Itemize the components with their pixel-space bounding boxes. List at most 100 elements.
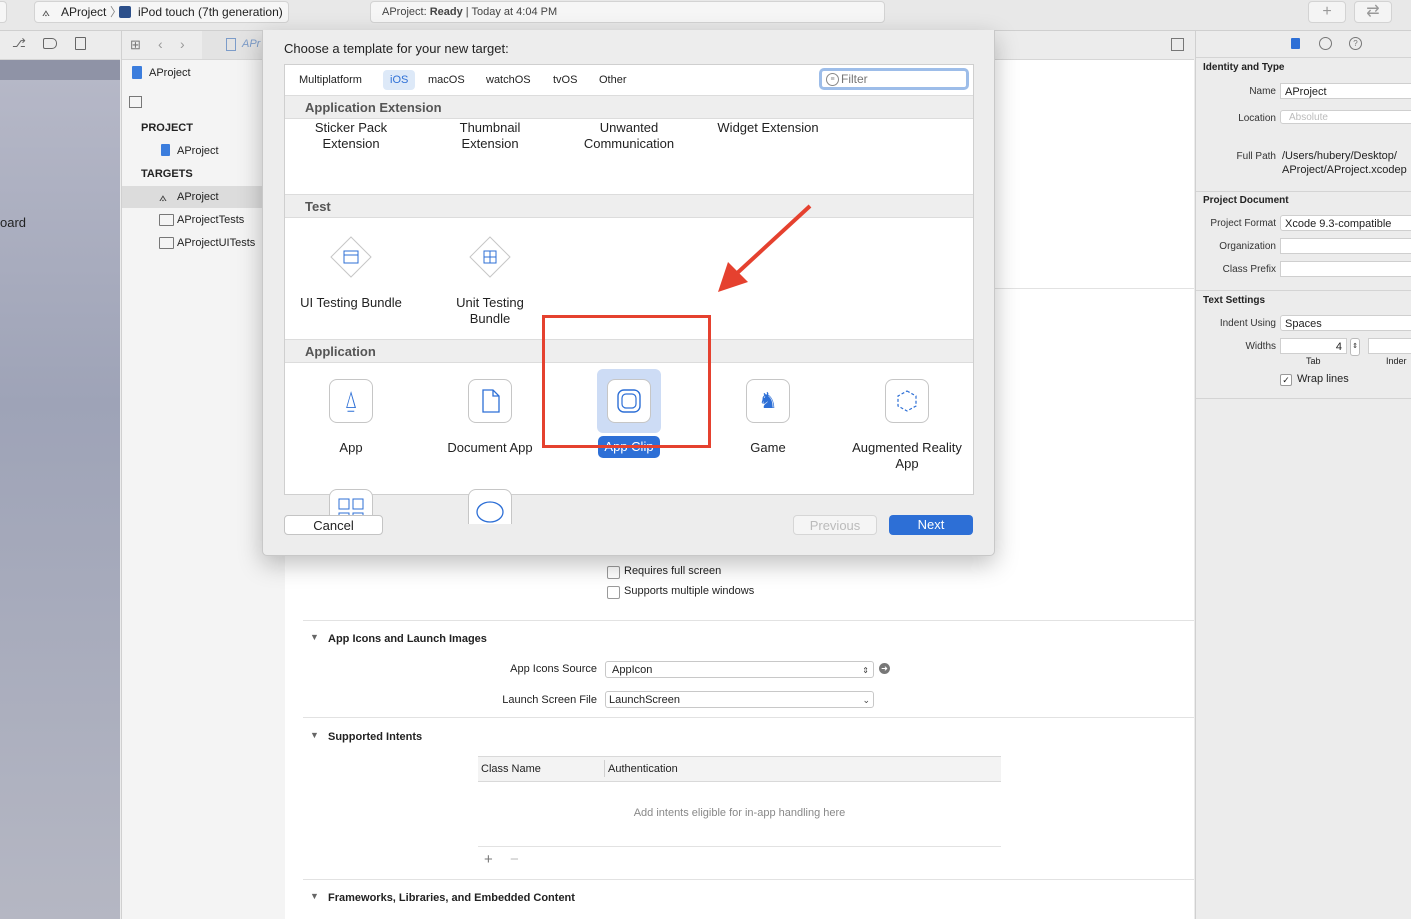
remove-intent-button[interactable]: − bbox=[510, 851, 519, 868]
previous-button[interactable]: Previous bbox=[793, 515, 877, 535]
stop-button[interactable] bbox=[0, 1, 7, 23]
tab-label: APr bbox=[242, 38, 261, 50]
highlight-box bbox=[542, 315, 711, 448]
tab-ios[interactable]: iOS bbox=[383, 70, 416, 90]
project-file-icon bbox=[132, 66, 142, 79]
grid-icon[interactable]: ⊞ bbox=[130, 37, 141, 53]
template-app[interactable]: App bbox=[285, 440, 417, 456]
template-game[interactable]: Game bbox=[702, 440, 834, 456]
go-arrow-icon[interactable]: ➜ bbox=[879, 663, 890, 674]
sidebar-toggle-icon[interactable] bbox=[129, 96, 142, 108]
launch-screen-label: Launch Screen File bbox=[502, 694, 597, 706]
app-icons-section-title: App Icons and Launch Images bbox=[328, 633, 487, 645]
disclosure-triangle-icon[interactable]: ▼ bbox=[310, 632, 319, 642]
target-label: AProject bbox=[177, 191, 219, 203]
tab-tvos[interactable]: tvOS bbox=[546, 70, 584, 90]
left-pane-toolbar: ⎇ bbox=[0, 31, 120, 60]
full-path-label: Full Path bbox=[1236, 151, 1276, 162]
filter-field[interactable]: ≡ bbox=[819, 68, 969, 90]
disclosure-triangle-icon[interactable]: ▼ bbox=[310, 730, 319, 740]
column-header-authentication[interactable]: Authentication bbox=[608, 763, 678, 775]
template-unit-testing-bundle[interactable]: Unit Testing Bundle bbox=[437, 295, 543, 327]
tab-multiplatform[interactable]: Multiplatform bbox=[292, 70, 369, 90]
tab-macos[interactable]: macOS bbox=[421, 70, 472, 90]
file-inspector: ? Identity and Type Name AProject Locati… bbox=[1195, 31, 1411, 919]
scheme-selector[interactable]: ⟑ AProject 〉 iPod touch (7th generation) bbox=[34, 1, 289, 23]
location-label: Location bbox=[1238, 113, 1276, 124]
add-intent-button[interactable]: + bbox=[484, 851, 493, 868]
target-label: AProjectUITests bbox=[177, 237, 256, 249]
project-format-popup[interactable]: Xcode 9.3-compatible bbox=[1280, 215, 1411, 231]
widths-label: Widths bbox=[1245, 341, 1276, 352]
wrap-lines-checkbox[interactable]: ✓ bbox=[1280, 374, 1292, 386]
indent-using-value: Spaces bbox=[1285, 318, 1322, 330]
forward-arrow-icon[interactable]: › bbox=[180, 36, 185, 52]
requires-full-screen-checkbox[interactable] bbox=[607, 566, 620, 579]
indent-using-popup[interactable]: Spaces bbox=[1280, 315, 1411, 331]
full-path-value-1: /Users/hubery/Desktop/ bbox=[1282, 150, 1397, 162]
target-item-uitests[interactable]: AProjectUITests bbox=[122, 232, 285, 254]
window-toolbar: ⟑ AProject 〉 iPod touch (7th generation)… bbox=[0, 0, 1411, 31]
template-thumbnail[interactable]: Thumbnail Extension bbox=[438, 120, 542, 152]
section-header-app-extension: Application Extension bbox=[285, 95, 973, 119]
template-widget-extension[interactable]: Widget Extension bbox=[706, 120, 830, 136]
supports-multiple-windows-checkbox[interactable] bbox=[607, 586, 620, 599]
column-header-class-name[interactable]: Class Name bbox=[481, 763, 541, 775]
indent-using-label: Indent Using bbox=[1219, 318, 1276, 329]
tab-watchos[interactable]: watchOS bbox=[479, 70, 538, 90]
tab-other[interactable]: Other bbox=[592, 70, 634, 90]
updown-icon: ⇕ bbox=[862, 666, 869, 675]
filter-input[interactable] bbox=[841, 72, 961, 86]
partial-label: oard bbox=[0, 215, 27, 230]
combo-value: LaunchScreen bbox=[609, 694, 680, 706]
split-editor-icon[interactable] bbox=[1171, 38, 1184, 51]
targets-section-header: TARGETS bbox=[141, 168, 193, 180]
class-prefix-label: Class Prefix bbox=[1222, 264, 1276, 275]
target-item-tests[interactable]: AProjectTests bbox=[122, 209, 285, 231]
cancel-button[interactable]: Cancel bbox=[284, 515, 383, 535]
template-document-app[interactable]: Document App bbox=[424, 440, 556, 456]
identity-section-title: Identity and Type bbox=[1203, 62, 1285, 73]
indent-width-field[interactable] bbox=[1368, 338, 1411, 354]
folder-icon bbox=[159, 237, 174, 249]
document-list-icon[interactable] bbox=[75, 37, 86, 50]
separator bbox=[1196, 57, 1411, 58]
history-icon[interactable] bbox=[1319, 37, 1332, 50]
tab-width-value: 4 bbox=[1335, 341, 1342, 353]
new-target-dialog: Choose a template for your new target: M… bbox=[262, 30, 995, 556]
tab-width-stepper[interactable]: ⇕ bbox=[1350, 338, 1360, 356]
next-button[interactable]: Next bbox=[889, 515, 973, 535]
tag-icon[interactable] bbox=[43, 38, 57, 49]
app-target-icon: ⟑ bbox=[159, 189, 167, 204]
platform-tabbar: Multiplatform iOS macOS watchOS tvOS Oth… bbox=[285, 65, 973, 95]
project-item[interactable]: AProject bbox=[122, 140, 285, 162]
requires-full-screen-label: Requires full screen bbox=[624, 565, 722, 577]
app-icons-source-popup[interactable]: AppIcon ⇕ bbox=[605, 661, 874, 678]
library-add-button[interactable]: + bbox=[1308, 1, 1346, 23]
organization-field[interactable] bbox=[1280, 238, 1411, 254]
document-app-icon bbox=[468, 379, 512, 423]
disclosure-triangle-icon[interactable]: ▼ bbox=[310, 891, 319, 901]
template-sticker-pack[interactable]: Sticker Pack Extension bbox=[285, 120, 417, 152]
class-prefix-field[interactable] bbox=[1280, 261, 1411, 277]
tab-caption: Tab bbox=[1306, 356, 1321, 366]
breadcrumb[interactable]: AProject bbox=[122, 62, 285, 84]
launch-screen-combo[interactable]: LaunchScreen ⌄ bbox=[605, 691, 874, 708]
breadcrumb-label: AProject bbox=[149, 67, 191, 79]
text-settings-title: Text Settings bbox=[1203, 295, 1266, 306]
name-field[interactable]: AProject bbox=[1280, 83, 1411, 99]
template-unwanted-communication[interactable]: Unwanted Communication bbox=[563, 120, 695, 152]
help-icon[interactable]: ? bbox=[1349, 37, 1362, 50]
template-ui-testing-bundle[interactable]: UI Testing Bundle bbox=[285, 295, 417, 311]
location-popup[interactable]: Absolute bbox=[1280, 110, 1411, 124]
indent-caption: Inder bbox=[1386, 356, 1407, 366]
tab-width-field[interactable]: 4 bbox=[1280, 338, 1347, 354]
code-review-button[interactable]: ⇄ bbox=[1354, 1, 1392, 23]
file-inspector-icon[interactable] bbox=[1291, 38, 1300, 49]
target-label: AProjectTests bbox=[177, 214, 245, 226]
git-icon[interactable]: ⎇ bbox=[12, 36, 26, 50]
template-augmented-reality-app[interactable]: Augmented Reality App bbox=[841, 440, 973, 472]
separator bbox=[1196, 290, 1411, 291]
target-item-aproject[interactable]: ⟑ AProject bbox=[122, 186, 285, 208]
back-arrow-icon[interactable]: ‹ bbox=[158, 36, 163, 52]
